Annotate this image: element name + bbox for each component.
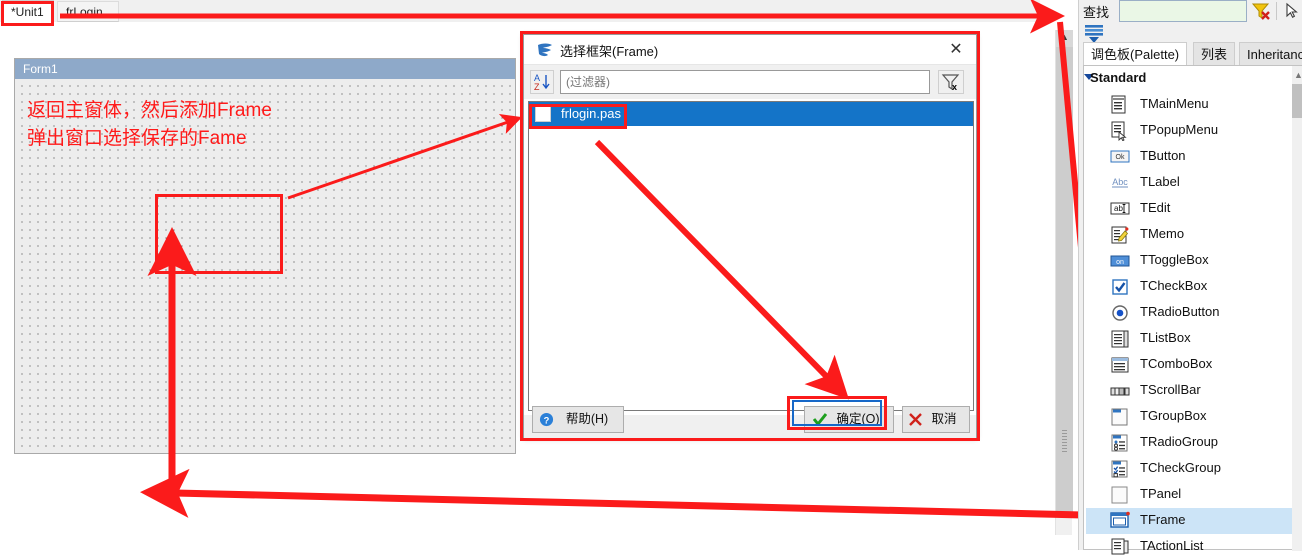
main-menu-icon xyxy=(1111,95,1126,114)
palette-item-tcheckbox[interactable]: TCheckBox xyxy=(1092,274,1297,300)
button-icon: Ok xyxy=(1110,150,1130,163)
form-design-grid[interactable]: 返回主窗体，然后添加Frame 弹出窗口选择保存的Fame xyxy=(15,79,515,453)
editor-tab-label: frLogin xyxy=(66,5,103,19)
designed-form-window[interactable]: Form1 返回主窗体，然后添加Frame 弹出窗口选择保存的Fame xyxy=(14,58,516,454)
palette-item-label: TPanel xyxy=(1140,486,1182,501)
scrollbar-grip-icon xyxy=(1062,430,1067,452)
select-cursor-icon[interactable] xyxy=(1283,2,1301,20)
scrollbar-icon xyxy=(1110,387,1130,396)
palette-item-label: TMainMenu xyxy=(1140,96,1209,111)
edit-icon: ab xyxy=(1110,202,1130,215)
palette-item-tlistbox[interactable]: TListBox xyxy=(1092,326,1297,352)
palette-item-label: TPopupMenu xyxy=(1140,122,1219,137)
palette-item-tframe[interactable]: TFrame xyxy=(1086,508,1292,534)
checkbox-icon xyxy=(1112,279,1128,295)
editor-tab-bar: *Unit1 frLogin xyxy=(0,0,1040,23)
palette-scrollbar-thumb[interactable] xyxy=(1292,84,1302,118)
actionlist-icon xyxy=(1111,538,1129,555)
palette-list[interactable]: Standard TMainMenu TPopupMenu Ok TButton xyxy=(1083,65,1302,555)
tab-label: 调色板(Palette) xyxy=(1091,47,1180,62)
tab-label: 列表 xyxy=(1201,47,1228,62)
editor-tab-frlogin[interactable]: frLogin xyxy=(57,1,119,22)
palette-tab-row: 调色板(Palette) 列表 Inheritance xyxy=(1083,42,1302,66)
clear-filter-icon[interactable] xyxy=(1251,1,1271,21)
groupbox-icon xyxy=(1111,408,1128,426)
find-label: 查找 xyxy=(1083,5,1110,20)
frame-icon xyxy=(1110,511,1130,528)
annotation-box-unit1-tab xyxy=(1,1,54,26)
palette-item-label: TScrollBar xyxy=(1140,382,1201,397)
svg-text:ab: ab xyxy=(1114,204,1123,213)
palette-item-label: TButton xyxy=(1140,148,1186,163)
palette-item-tpanel[interactable]: TPanel xyxy=(1092,482,1297,508)
tab-list[interactable]: 列表 xyxy=(1193,42,1236,66)
palette-item-label: TMemo xyxy=(1140,226,1185,241)
palette-item-label: TFrame xyxy=(1140,512,1186,527)
memo-icon xyxy=(1111,226,1129,244)
palette-item-label: TRadioButton xyxy=(1140,304,1220,319)
annotation-box-dialog xyxy=(520,31,980,441)
palette-item-label: TLabel xyxy=(1140,174,1180,189)
palette-scrollbar[interactable]: ▲ xyxy=(1292,66,1302,551)
tab-label: Inheritance xyxy=(1247,47,1302,62)
form-title-bar: Form1 xyxy=(15,59,515,79)
palette-item-tgroupbox[interactable]: TGroupBox xyxy=(1092,404,1297,430)
palette-item-tradiogroup[interactable]: TRadioGroup xyxy=(1092,430,1297,456)
palette-item-label: TGroupBox xyxy=(1140,408,1207,423)
palette-item-tcheckgroup[interactable]: TCheckGroup xyxy=(1092,456,1297,482)
panel-icon xyxy=(1111,486,1128,504)
svg-text:Abc: Abc xyxy=(1112,177,1128,187)
form-title-label: Form1 xyxy=(23,62,58,76)
palette-item-label: TCheckBox xyxy=(1140,278,1208,293)
palette-item-label: TActionList xyxy=(1140,538,1204,553)
palette-item-tbutton[interactable]: Ok TButton xyxy=(1092,144,1297,170)
palette-item-tactionlist[interactable]: TActionList xyxy=(1092,534,1297,560)
palette-item-label: TListBox xyxy=(1140,330,1191,345)
palette-item-tradiobutton[interactable]: TRadioButton xyxy=(1092,300,1297,326)
annotation-box-frame-drop-target xyxy=(155,194,283,274)
designer-vertical-scrollbar[interactable]: ▲ xyxy=(1055,30,1073,535)
annotation-box-ok-focus xyxy=(792,400,882,426)
palette-item-tedit[interactable]: ab TEdit xyxy=(1092,196,1297,222)
palette-item-label: TToggleBox xyxy=(1140,252,1209,267)
palette-item-tcombobox[interactable]: TComboBox xyxy=(1092,352,1297,378)
palette-item-ttogglebox[interactable]: on TToggleBox xyxy=(1092,248,1297,274)
radiogroup-icon xyxy=(1111,434,1128,452)
palette-item-label: TComboBox xyxy=(1140,356,1213,371)
palette-item-tmainmenu[interactable]: TMainMenu xyxy=(1092,92,1297,118)
toolbar-separator xyxy=(1276,2,1277,20)
palette-group-header[interactable]: Standard xyxy=(1090,70,1146,85)
palette-item-label: TCheckGroup xyxy=(1140,460,1221,475)
palette-item-label: TEdit xyxy=(1140,200,1171,215)
component-palette-panel: 查找 调色板(Palette) 列表 Inheritance Standard xyxy=(1078,0,1302,555)
annotation-box-list-item xyxy=(529,104,627,129)
checkgroup-icon xyxy=(1111,460,1128,478)
combobox-icon xyxy=(1111,357,1129,373)
label-icon: Abc xyxy=(1112,177,1128,188)
collapse-all-icon[interactable] xyxy=(1083,22,1105,44)
palette-item-tpopupmenu[interactable]: TPopupMenu xyxy=(1092,118,1297,144)
radiobutton-icon xyxy=(1112,305,1128,321)
svg-text:Ok: Ok xyxy=(1116,154,1125,161)
annotation-note-1: 返回主窗体，然后添加Frame xyxy=(27,100,272,121)
togglebox-icon: on xyxy=(1110,255,1130,267)
palette-item-tscrollbar[interactable]: TScrollBar xyxy=(1092,378,1297,404)
scroll-up-icon[interactable]: ▲ xyxy=(1294,70,1302,80)
svg-text:on: on xyxy=(1116,259,1124,266)
find-input[interactable] xyxy=(1119,0,1247,22)
tab-palette[interactable]: 调色板(Palette) xyxy=(1083,42,1188,66)
annotation-note-2: 弹出窗口选择保存的Fame xyxy=(27,128,247,149)
tab-inheritance[interactable]: Inheritance xyxy=(1239,42,1302,66)
popup-menu-icon xyxy=(1111,121,1127,141)
listbox-icon xyxy=(1111,330,1129,348)
palette-item-tmemo[interactable]: TMemo xyxy=(1092,222,1297,248)
scroll-up-icon[interactable]: ▲ xyxy=(1056,30,1073,47)
palette-item-label: TRadioGroup xyxy=(1140,434,1219,449)
palette-item-tlabel[interactable]: Abc TLabel xyxy=(1092,170,1297,196)
